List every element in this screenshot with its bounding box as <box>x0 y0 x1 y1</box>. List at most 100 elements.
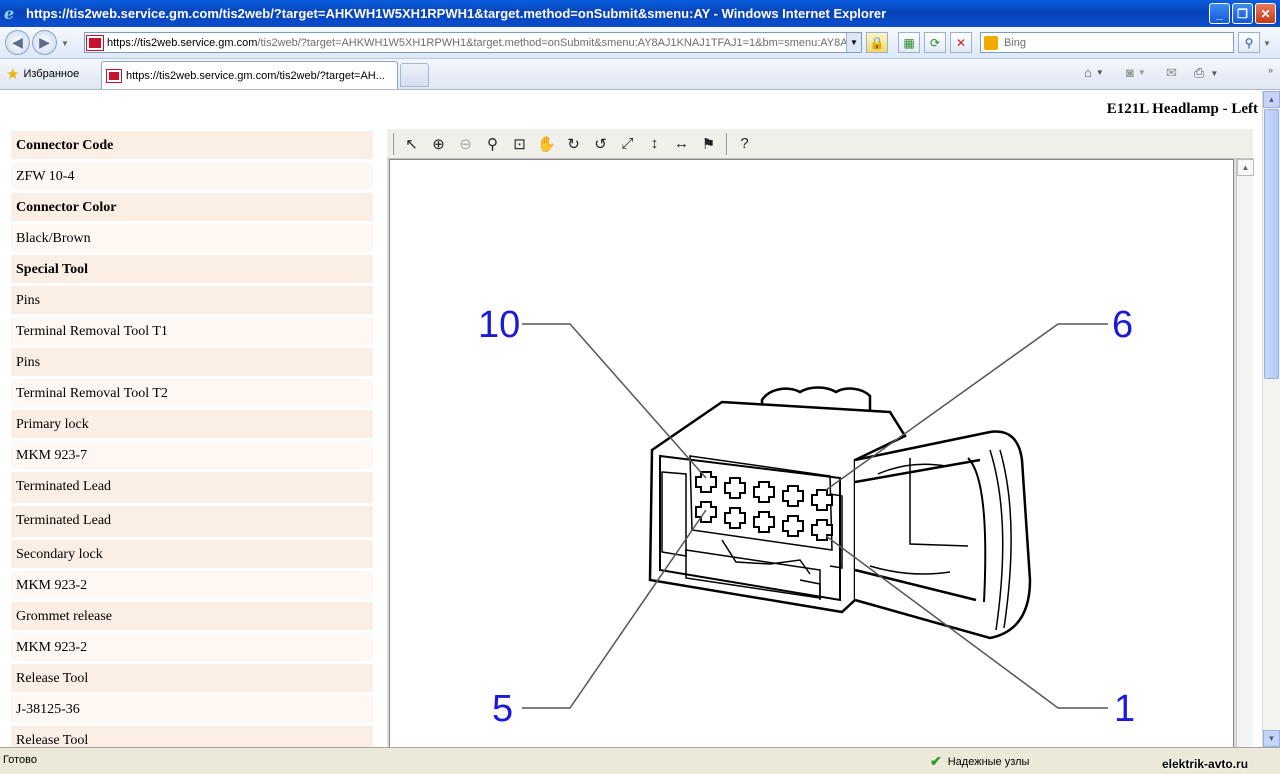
pin-label-10: 10 <box>478 304 521 346</box>
site-favicon-icon <box>86 34 104 51</box>
info-row: MKM 923-2 <box>11 571 373 602</box>
viewer-scrollbar[interactable]: ▲ <box>1236 159 1254 747</box>
favorites-star-icon: ★ <box>6 66 20 83</box>
close-button[interactable]: ✕ <box>1255 3 1276 24</box>
checkmark-icon: ✔ <box>930 753 942 769</box>
status-text: Готово <box>3 754 37 766</box>
info-row: MKM 923-7 <box>11 441 373 472</box>
info-row: Release Tool <box>11 664 373 695</box>
read-mail-button[interactable]: ✉ <box>1166 65 1177 81</box>
info-row: MKM 923-2 <box>11 633 373 664</box>
info-row: Secondary lock <box>11 540 373 571</box>
forward-arrow-icon: ▶ <box>39 34 50 50</box>
minimize-button[interactable]: _ <box>1209 3 1230 24</box>
stop-icon: ✕ <box>955 35 967 50</box>
diagram-canvas[interactable]: 10 6 5 1 <box>389 159 1234 747</box>
address-dropdown-icon[interactable]: ▼ <box>846 33 861 52</box>
tab-favicon-icon <box>106 68 122 83</box>
feeds-dropdown-icon: ▼ <box>1137 68 1146 77</box>
print-button[interactable]: ⎙ ▼ <box>1194 65 1218 81</box>
info-row: J-38125-36 <box>11 695 373 726</box>
page-scrollbar[interactable]: ▲ ▼ <box>1262 91 1280 747</box>
mail-icon: ✉ <box>1166 65 1177 80</box>
lock-icon: 🔒 <box>869 35 885 50</box>
compatibility-view-button[interactable]: ▦ <box>898 32 920 53</box>
home-icon: ⌂ <box>1084 65 1092 80</box>
info-row: Pins <box>11 348 373 379</box>
connector-info-list: Connector Code ZFW 10-4 Connector Color Bla… <box>11 131 373 747</box>
info-row: Primary lock <box>11 410 373 441</box>
pin-label-6: 6 <box>1112 304 1134 346</box>
zoom-out-icon[interactable]: ⊖ <box>452 131 479 156</box>
info-row: ZFW 10-4 <box>11 162 373 193</box>
stop-button[interactable]: ✕ <box>950 32 972 53</box>
refresh-icon: ⟳ <box>929 35 941 50</box>
info-row: Release Tool <box>11 726 373 747</box>
info-row: Grommet release <box>11 602 373 633</box>
zone-label: Надежные узлы <box>947 755 1030 768</box>
status-bar: Готово ✔ Надежные узлы <box>0 747 1280 774</box>
favorites-label: Избранное <box>23 68 80 80</box>
forward-button[interactable]: ▶ <box>32 30 57 55</box>
address-path: /tis2web/?target=AHKWH1W5XH1RPWH1&target… <box>257 36 860 49</box>
page-title: E121L Headlamp - Left <box>1106 101 1258 117</box>
info-row: Special Tool <box>11 255 373 286</box>
more-commands-icon[interactable]: » <box>1268 65 1273 75</box>
address-host: https://tis2web.service.gm.com <box>107 36 258 49</box>
info-row: Terminal Removal Tool T1 <box>11 317 373 348</box>
tab-title: https://tis2web.service.gm.com/tis2web/?… <box>126 69 385 82</box>
back-arrow-icon: ◀ <box>12 34 23 50</box>
fit-width-icon[interactable]: ↔ <box>668 131 695 156</box>
rss-icon: ◙ <box>1126 65 1134 80</box>
search-box[interactable]: Bing <box>980 32 1234 53</box>
highlight-icon[interactable]: ⚑ <box>695 131 722 156</box>
scroll-thumb[interactable] <box>1264 109 1279 379</box>
zoom-window-icon[interactable]: ⊡ <box>506 131 533 156</box>
rotate-left-icon[interactable]: ↺ <box>587 131 614 156</box>
refresh-button[interactable]: ⟳ <box>924 32 946 53</box>
info-row: Black/Brown <box>11 224 373 255</box>
scroll-down-icon[interactable]: ▼ <box>1263 730 1280 747</box>
diagram-viewer: ↖ ⊕ ⊖ ⚲ ⊡ ✋ ↻ ↺ ⤢ ↕ ↔ ⚑ ? 10 6 5 1 ▲ <box>387 129 1254 747</box>
ie-logo-icon: e <box>4 3 15 23</box>
fit-height-icon[interactable]: ↕ <box>641 131 668 156</box>
viewer-scroll-up-icon[interactable]: ▲ <box>1237 159 1254 176</box>
window-title-bar[interactable]: e https://tis2web.service.gm.com/tis2web… <box>0 0 1280 27</box>
favorites-button[interactable]: ★ Избранное <box>6 65 79 83</box>
select-pointer-icon[interactable]: ↖ <box>398 131 425 156</box>
pan-hand-icon[interactable]: ✋ <box>533 131 560 156</box>
security-lock-button[interactable]: 🔒 <box>866 32 888 53</box>
address-bar[interactable]: https://tis2web.service.gm.com/tis2web/?… <box>84 32 862 53</box>
search-options-icon[interactable]: ▼ <box>1263 39 1271 48</box>
help-icon[interactable]: ? <box>731 131 758 156</box>
toolbar-separator <box>726 132 727 155</box>
home-dropdown-icon: ▼ <box>1095 68 1104 77</box>
viewer-toolbar: ↖ ⊕ ⊖ ⚲ ⊡ ✋ ↻ ↺ ⤢ ↕ ↔ ⚑ ? <box>387 129 1253 159</box>
feeds-button[interactable]: ◙ ▼ <box>1126 65 1146 80</box>
browser-tab[interactable]: https://tis2web.service.gm.com/tis2web/?… <box>101 61 398 89</box>
bing-logo-icon <box>984 35 998 50</box>
printer-icon: ⎙ <box>1194 65 1205 80</box>
info-row: Connector Code <box>11 131 373 162</box>
rotate-right-icon[interactable]: ↻ <box>560 131 587 156</box>
magnifier-icon: ⚲ <box>1244 35 1254 50</box>
search-button[interactable]: ⚲ <box>1238 32 1260 53</box>
fit-all-icon[interactable]: ⤢ <box>614 131 641 156</box>
search-placeholder: Bing <box>1004 36 1027 49</box>
pin-label-5: 5 <box>492 688 514 730</box>
home-button[interactable]: ⌂ ▼ <box>1084 65 1104 80</box>
maximize-button[interactable]: ❐ <box>1232 3 1253 24</box>
history-dropdown-icon[interactable]: ▼ <box>61 39 69 48</box>
security-zone[interactable]: ✔ Надежные узлы <box>930 753 1029 770</box>
toolbar-separator <box>393 132 394 155</box>
connector-diagram <box>522 323 1108 709</box>
pin-label-1: 1 <box>1114 688 1136 730</box>
info-row: Terminated Lead <box>11 506 373 540</box>
address-toolbar: ◀ ▶ ▼ https://tis2web.service.gm.com/tis… <box>0 27 1280 59</box>
zoom-in-icon[interactable]: ⊕ <box>425 131 452 156</box>
scroll-up-icon[interactable]: ▲ <box>1263 91 1280 108</box>
zoom-icon[interactable]: ⚲ <box>479 131 506 156</box>
back-button[interactable]: ◀ <box>5 30 30 55</box>
info-row: Pins <box>11 286 373 317</box>
new-tab-button[interactable] <box>400 63 429 87</box>
